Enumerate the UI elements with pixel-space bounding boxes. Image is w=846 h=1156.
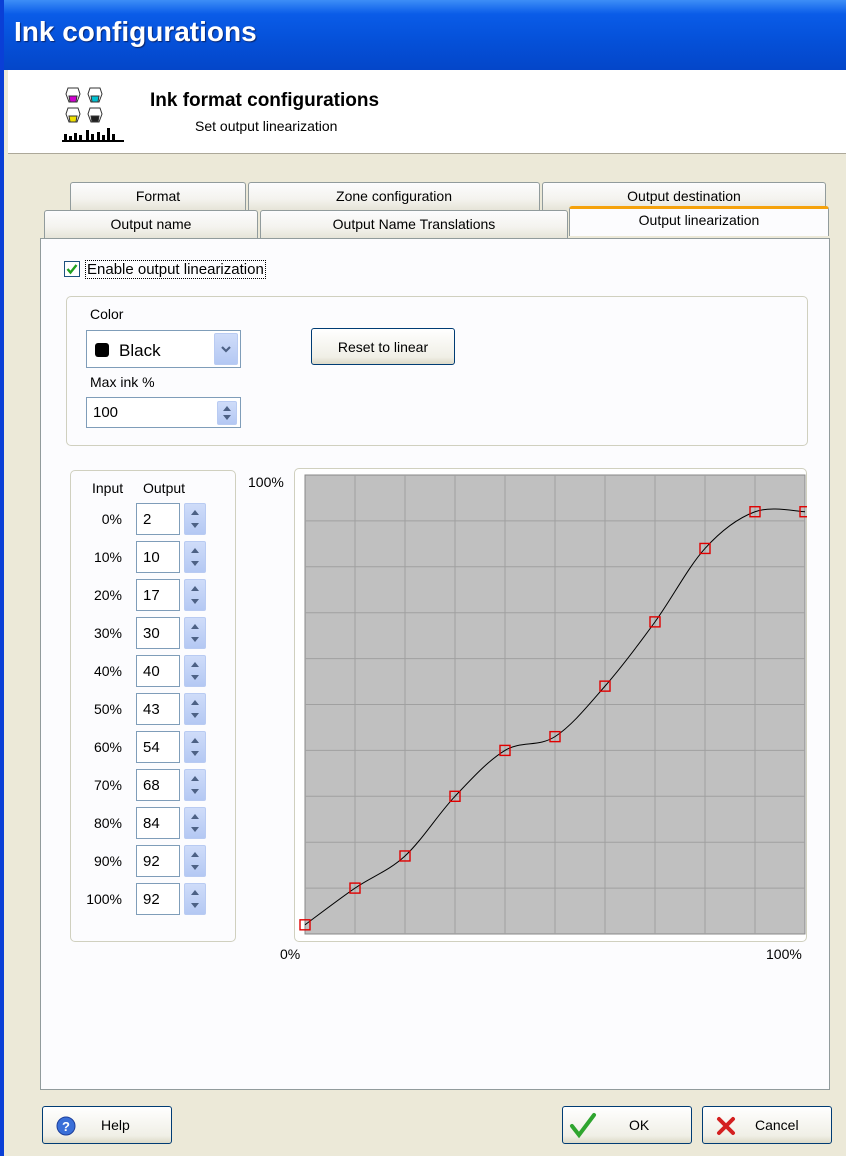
ok-button[interactable]: OK xyxy=(562,1106,692,1144)
dialog-window: Ink configurations Ink format configurat… xyxy=(0,0,846,1156)
spin-arrows-icon[interactable] xyxy=(184,655,206,687)
input-value: 50% xyxy=(93,701,122,717)
input-value: 0% xyxy=(101,511,122,527)
table-row: 50% 43 xyxy=(70,693,236,727)
spin-arrows-icon[interactable] xyxy=(184,693,206,725)
output-value: 68 xyxy=(143,777,160,794)
table-row: 0% 2 xyxy=(70,503,236,537)
help-button[interactable]: ? Help xyxy=(42,1106,172,1144)
max-ink-value: 100 xyxy=(93,404,119,421)
tab-format[interactable]: Format xyxy=(70,182,246,210)
spin-arrows-icon[interactable] xyxy=(217,401,237,425)
dialog-header: Ink format configurations Set output lin… xyxy=(8,70,846,154)
spin-arrows-icon[interactable] xyxy=(184,579,206,611)
input-value: 40% xyxy=(93,663,122,679)
output-field[interactable]: 54 xyxy=(136,731,180,763)
spin-arrows-icon[interactable] xyxy=(184,845,206,877)
table-row: 10% 10 xyxy=(70,541,236,575)
output-field[interactable]: 43 xyxy=(136,693,180,725)
reset-to-linear-button[interactable]: Reset to linear xyxy=(311,328,455,365)
output-value: 10 xyxy=(143,549,160,566)
input-value: 100% xyxy=(86,891,122,907)
spin-arrows-icon[interactable] xyxy=(184,731,206,763)
table-row: 40% 40 xyxy=(70,655,236,689)
input-column-header: Input xyxy=(92,480,124,496)
ok-label: OK xyxy=(629,1117,650,1133)
ink-bottles-icon xyxy=(62,87,124,142)
cancel-label: Cancel xyxy=(755,1117,799,1133)
input-value: 70% xyxy=(93,777,122,793)
y-axis-max-label: 100% xyxy=(248,474,284,490)
table-row: 20% 17 xyxy=(70,579,236,613)
output-value: 2 xyxy=(143,511,152,528)
x-axis-min-label: 0% xyxy=(280,946,301,962)
tab-output-name-translations[interactable]: Output Name Translations xyxy=(260,210,568,238)
output-field[interactable]: 40 xyxy=(136,655,180,687)
input-value: 60% xyxy=(93,739,122,755)
color-value: Black xyxy=(119,341,161,360)
help-label: Help xyxy=(101,1117,130,1133)
tab-output-name[interactable]: Output name xyxy=(44,210,258,238)
output-value: 30 xyxy=(143,625,160,642)
svg-text:?: ? xyxy=(62,1119,70,1134)
output-field[interactable]: 2 xyxy=(136,503,180,535)
linearization-chart[interactable] xyxy=(294,468,807,942)
spin-arrows-icon[interactable] xyxy=(184,807,206,839)
checkmark-icon xyxy=(570,1113,596,1139)
enable-linearization-checkbox[interactable]: Enable output linearization xyxy=(64,258,266,280)
enable-linearization-label: Enable output linearization xyxy=(85,259,266,279)
output-value: 84 xyxy=(143,815,160,832)
chevron-down-icon[interactable] xyxy=(214,333,238,365)
input-value: 10% xyxy=(93,549,122,565)
output-field[interactable]: 92 xyxy=(136,845,180,877)
output-value: 92 xyxy=(143,891,160,908)
color-swatch xyxy=(95,343,109,357)
spin-arrows-icon[interactable] xyxy=(184,503,206,535)
output-column-header: Output xyxy=(143,480,186,496)
output-field[interactable]: 10 xyxy=(136,541,180,573)
output-value: 40 xyxy=(143,663,160,680)
window-title: Ink configurations xyxy=(14,16,257,47)
color-dropdown[interactable]: Black xyxy=(86,330,241,368)
x-axis-max-label: 100% xyxy=(766,946,802,962)
table-row: 30% 30 xyxy=(70,617,236,651)
max-ink-label: Max ink % xyxy=(90,374,155,390)
table-row: 60% 54 xyxy=(70,731,236,765)
output-field[interactable]: 17 xyxy=(136,579,180,611)
color-label: Color xyxy=(90,306,124,322)
spin-arrows-icon[interactable] xyxy=(184,541,206,573)
table-row: 90% 92 xyxy=(70,845,236,879)
output-field[interactable]: 84 xyxy=(136,807,180,839)
header-title: Ink format configurations xyxy=(150,90,380,111)
output-value: 43 xyxy=(143,701,160,718)
input-value: 20% xyxy=(93,587,122,603)
checkbox-checked[interactable] xyxy=(64,261,80,277)
tab-output-linearization[interactable]: Output linearization xyxy=(569,206,829,236)
spin-arrows-icon[interactable] xyxy=(184,769,206,801)
input-value: 80% xyxy=(93,815,122,831)
spin-arrows-icon[interactable] xyxy=(184,883,206,915)
output-value: 54 xyxy=(143,739,160,756)
checkmark-icon xyxy=(66,264,78,275)
table-row: 100% 92 xyxy=(70,883,236,917)
max-ink-spinner[interactable]: 100 xyxy=(86,397,241,428)
table-row: 70% 68 xyxy=(70,769,236,803)
output-value: 17 xyxy=(143,587,160,604)
cancel-button[interactable]: Cancel xyxy=(702,1106,832,1144)
output-field[interactable]: 30 xyxy=(136,617,180,649)
input-value: 30% xyxy=(93,625,122,641)
title-bar[interactable]: Ink configurations xyxy=(4,0,846,70)
tab-zone-configuration[interactable]: Zone configuration xyxy=(248,182,540,210)
spin-arrows-icon[interactable] xyxy=(184,617,206,649)
output-value: 92 xyxy=(143,853,160,870)
header-subtitle: Set output linearization xyxy=(195,118,338,134)
close-icon xyxy=(717,1117,735,1135)
output-field[interactable]: 68 xyxy=(136,769,180,801)
output-field[interactable]: 92 xyxy=(136,883,180,915)
table-row: 80% 84 xyxy=(70,807,236,841)
help-icon: ? xyxy=(56,1116,76,1136)
input-value: 90% xyxy=(93,853,122,869)
